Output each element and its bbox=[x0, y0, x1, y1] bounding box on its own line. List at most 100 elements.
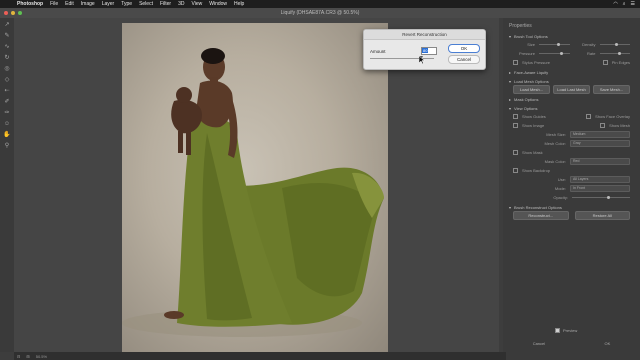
zoom-out-icon[interactable]: ⊟ bbox=[17, 354, 20, 359]
menu-select[interactable]: Select bbox=[139, 1, 153, 7]
menu-window[interactable]: Window bbox=[209, 1, 227, 7]
zoom-tool-icon[interactable]: ⚲ bbox=[3, 142, 11, 150]
disclosure-triangle-icon: ▾ bbox=[509, 79, 512, 84]
menu-layer[interactable]: Layer bbox=[102, 1, 115, 7]
amount-value: 80 bbox=[422, 48, 429, 53]
menu-image[interactable]: Image bbox=[81, 1, 95, 7]
pressure-slider[interactable] bbox=[539, 52, 570, 55]
disclosure-triangle-icon: ▾ bbox=[509, 34, 512, 39]
freeze-mask-tool-icon[interactable]: ✐ bbox=[3, 98, 11, 106]
smooth-tool-icon[interactable]: ∿ bbox=[3, 43, 11, 51]
pointer-cursor-icon bbox=[419, 56, 425, 64]
photo-illustration bbox=[122, 48, 384, 337]
menu-bar: Photoshop File Edit Image Layer Type Sel… bbox=[0, 0, 640, 8]
wifi-icon[interactable]: ◠ bbox=[613, 1, 617, 7]
disclosure-triangle-icon: ▸ bbox=[509, 97, 512, 102]
minimize-window-icon[interactable] bbox=[11, 11, 15, 15]
push-left-tool-icon[interactable]: ⇠ bbox=[3, 87, 11, 95]
preview-checkbox[interactable] bbox=[555, 328, 560, 333]
disclosure-triangle-icon: ▾ bbox=[509, 106, 512, 111]
window-titlebar: Liquify (DHSAE87A.CR3 @ 50.5%) bbox=[0, 8, 640, 18]
window-controls bbox=[4, 11, 22, 15]
menu-edit[interactable]: Edit bbox=[65, 1, 74, 7]
show-face-overlay-checkbox[interactable] bbox=[586, 114, 592, 119]
liquify-toolbar: ↗ ✎ ∿ ↻ ◎ ◇ ⇠ ✐ ✑ ☺ ✋ ⚲ bbox=[0, 18, 14, 352]
thaw-mask-tool-icon[interactable]: ✑ bbox=[3, 109, 11, 117]
view-row-backdrop: Show Backdrop bbox=[503, 166, 640, 175]
reconstruct-button[interactable]: Reconstruct... bbox=[513, 211, 569, 220]
zoom-in-icon[interactable]: ⊞ bbox=[26, 354, 29, 359]
menu-file[interactable]: File bbox=[50, 1, 58, 7]
menu-filter[interactable]: Filter bbox=[160, 1, 171, 7]
mask-color-select[interactable]: Red bbox=[570, 158, 630, 165]
section-load-mesh-options[interactable]: ▾ Load Mesh Options bbox=[503, 76, 640, 85]
mesh-color-select[interactable]: Gray bbox=[570, 140, 630, 147]
section-brush-tool-options[interactable]: ▾ Brush Tool Options bbox=[503, 31, 640, 40]
load-mesh-button[interactable]: Load Mesh... bbox=[513, 85, 550, 94]
control-center-icon[interactable]: ☰ bbox=[631, 1, 635, 7]
section-brush-reconstruct-options[interactable]: ▾ Brush Reconstruct Options bbox=[503, 202, 640, 211]
section-view-options[interactable]: ▾ View Options bbox=[503, 103, 640, 112]
section-mask-options[interactable]: ▸ Mask Options bbox=[503, 94, 640, 103]
mesh-size-select[interactable]: Medium bbox=[570, 131, 630, 138]
brush-size-row: Size Density bbox=[503, 40, 640, 49]
save-mesh-button[interactable]: Save Mesh... bbox=[593, 85, 630, 94]
show-backdrop-checkbox[interactable] bbox=[513, 168, 518, 173]
reconstruct-buttons-row: Reconstruct... Restore All bbox=[503, 211, 640, 220]
disclosure-triangle-icon: ▾ bbox=[509, 205, 512, 210]
show-guides-checkbox[interactable] bbox=[513, 114, 518, 119]
opacity-slider[interactable] bbox=[572, 196, 630, 199]
menu-view[interactable]: View bbox=[192, 1, 203, 7]
panel-title: Properties bbox=[509, 23, 532, 29]
amount-input[interactable]: 80 bbox=[421, 47, 437, 55]
mode-row: Mode: In Front bbox=[503, 184, 640, 193]
view-row-image: Show Image Show Mesh bbox=[503, 121, 640, 130]
panel-cancel-button[interactable]: Cancel bbox=[533, 341, 545, 346]
opacity-row: Opacity: bbox=[503, 193, 640, 202]
mask-color-row: Mask Color: Red bbox=[503, 157, 640, 166]
zoom-window-icon[interactable] bbox=[18, 11, 22, 15]
document-image[interactable] bbox=[122, 23, 388, 353]
dialog-cancel-button[interactable]: Cancel bbox=[448, 55, 480, 64]
section-face-aware-liquify[interactable]: ▸ Face-Aware Liquify bbox=[503, 67, 640, 76]
restore-all-button[interactable]: Restore All bbox=[574, 211, 630, 220]
hand-tool-icon[interactable]: ✋ bbox=[3, 131, 11, 139]
status-icons: ◠ ⌕ ☰ bbox=[613, 1, 635, 7]
dialog-title: Revert Reconstruction bbox=[364, 30, 485, 40]
reconstruct-tool-icon[interactable]: ✎ bbox=[3, 32, 11, 40]
dialog-ok-button[interactable]: OK bbox=[448, 44, 480, 53]
show-mesh-checkbox[interactable] bbox=[600, 123, 606, 128]
menu-app[interactable]: Photoshop bbox=[17, 1, 43, 7]
twirl-tool-icon[interactable]: ↻ bbox=[3, 54, 11, 62]
show-mask-checkbox[interactable] bbox=[513, 150, 518, 155]
forward-warp-tool-icon[interactable]: ↗ bbox=[3, 21, 11, 29]
disclosure-triangle-icon: ▸ bbox=[509, 70, 512, 75]
view-row-guides: Show Guides Show Face Overlay bbox=[503, 112, 640, 121]
menu-type[interactable]: Type bbox=[121, 1, 132, 7]
panel-ok-button[interactable]: OK bbox=[605, 341, 611, 346]
amount-label: Amount bbox=[370, 49, 386, 54]
menu-3d[interactable]: 3D bbox=[178, 1, 184, 7]
load-last-mesh-button[interactable]: Load Last Mesh bbox=[553, 85, 590, 94]
close-window-icon[interactable] bbox=[4, 11, 8, 15]
bloat-tool-icon[interactable]: ◇ bbox=[3, 76, 11, 84]
stylus-pressure-checkbox[interactable] bbox=[513, 60, 518, 65]
show-image-checkbox[interactable] bbox=[513, 123, 518, 128]
density-slider[interactable] bbox=[599, 43, 630, 46]
zoom-level[interactable]: 50.5% bbox=[36, 354, 47, 359]
mesh-buttons-row: Load Mesh... Load Last Mesh Save Mesh... bbox=[503, 85, 640, 94]
brush-pressure-row: Pressure Rate bbox=[503, 49, 640, 58]
window-title: Liquify (DHSAE87A.CR3 @ 50.5%) bbox=[280, 10, 360, 16]
size-slider[interactable] bbox=[539, 43, 570, 46]
menu-help[interactable]: Help bbox=[234, 1, 244, 7]
pucker-tool-icon[interactable]: ◎ bbox=[3, 65, 11, 73]
preview-row: Preview bbox=[503, 328, 640, 333]
use-row: Use: All Layers bbox=[503, 175, 640, 184]
mesh-color-row: Mesh Color: Gray bbox=[503, 139, 640, 148]
pin-edges-checkbox[interactable] bbox=[602, 60, 608, 65]
rate-slider[interactable] bbox=[599, 52, 630, 55]
use-select[interactable]: All Layers bbox=[570, 176, 630, 183]
mode-select[interactable]: In Front bbox=[570, 185, 630, 192]
search-icon[interactable]: ⌕ bbox=[623, 1, 626, 7]
face-tool-icon[interactable]: ☺ bbox=[3, 120, 11, 128]
